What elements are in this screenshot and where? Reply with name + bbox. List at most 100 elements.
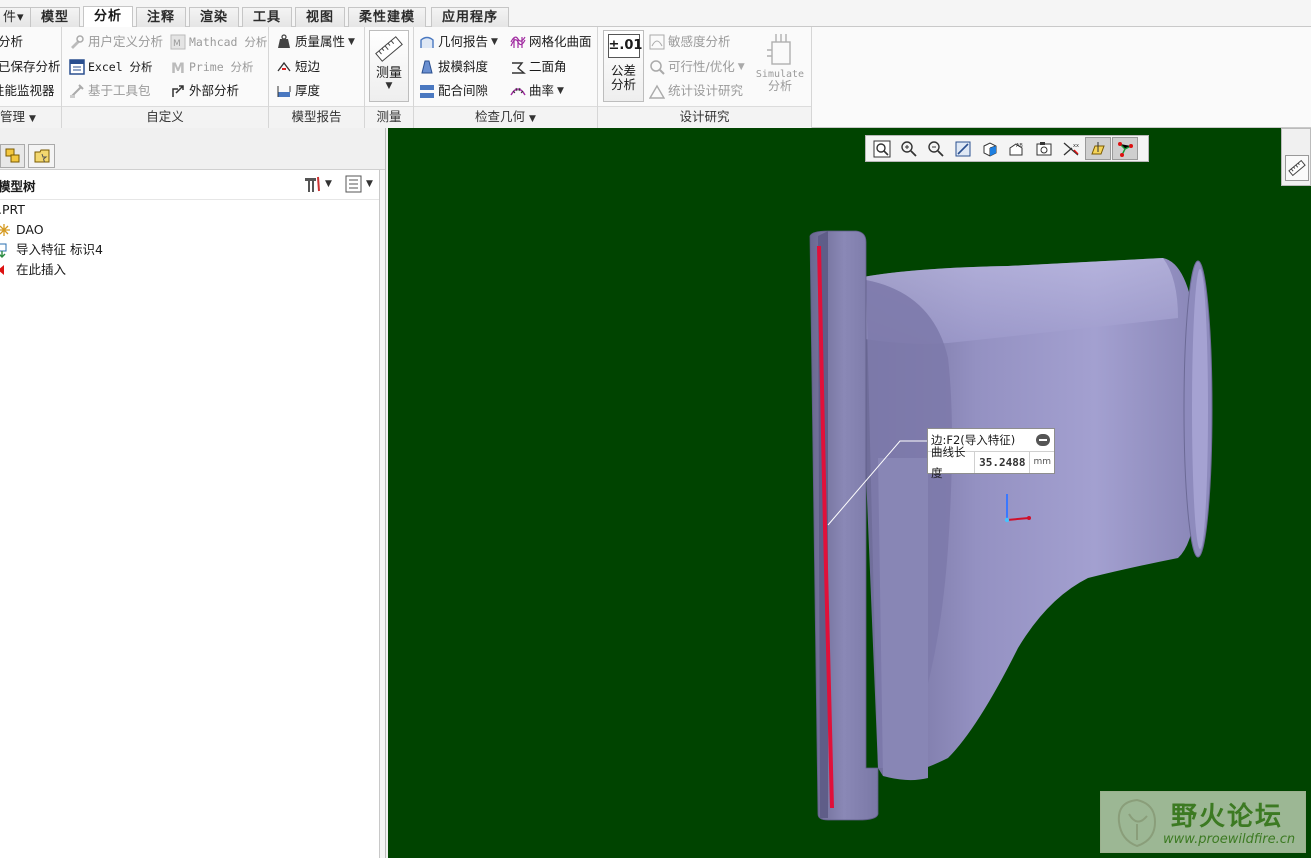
performance-monitor-button[interactable]: 性能监视器: [0, 81, 55, 101]
tree-settings-dropdown-icon[interactable]: ▼: [325, 179, 332, 189]
spin-center-button[interactable]: [1112, 137, 1138, 160]
mass-properties-button[interactable]: 质量属性 ▼: [276, 32, 355, 52]
curve-length-value: 35.2488: [974, 452, 1029, 473]
excel-analysis-label: Excel 分析: [88, 60, 153, 74]
tree-item-part[interactable]: .PRT: [0, 200, 25, 220]
mesh-surface-button[interactable]: 网格化曲面: [510, 32, 592, 52]
mesh-surface-icon: [510, 36, 526, 48]
show-button[interactable]: ▼: [345, 175, 373, 193]
inspect-geometry-label-text: 检查几何: [475, 109, 526, 124]
svg-text:xx: xx: [1073, 143, 1079, 149]
tooltip-value-row: 曲线长度 35.2488 mm: [928, 445, 1054, 480]
statistical-design-icon: [649, 84, 665, 99]
zoom-out-button[interactable]: [923, 137, 949, 160]
geometry-report-button[interactable]: 几何报告 ▼: [419, 32, 498, 52]
external-analysis-button[interactable]: 外部分析: [170, 81, 239, 101]
sensitivity-analysis-label: 敏感度分析: [668, 34, 731, 49]
show-dropdown-icon[interactable]: ▼: [366, 179, 373, 189]
ruler-icon: [1288, 159, 1306, 177]
tab-tools[interactable]: 工具: [242, 7, 293, 27]
group-manage: 分析 已保存分析 性能监视器 管理 ▼: [0, 27, 62, 128]
group-design-study: ±.01 公差分析 敏感度分析 可行性/优化 ▼ 统计设计研究 Simulate…: [598, 27, 812, 128]
part-model[interactable]: [388, 128, 1311, 858]
short-edge-button[interactable]: 短边: [276, 57, 320, 77]
dihedral-angle-button[interactable]: 二面角: [510, 57, 567, 77]
view-manager-button[interactable]: [1031, 137, 1057, 160]
graphics-viewport[interactable]: AB xx 边:F2(导入特征) 曲线长度 35.2488 mm 野火论坛 ww…: [388, 128, 1311, 858]
toolkit-based-button[interactable]: 基于工具包: [69, 81, 151, 101]
group-inspect-geometry: 几何报告 ▼ 拔模斜度 配合间隙 网格化曲面 二面角 曲率 ▼ 检查几何 ▼: [414, 27, 598, 128]
prime-analysis-button[interactable]: M Prime 分析: [170, 57, 254, 77]
zoom-out-icon: [928, 140, 944, 157]
watermark-title: 野火论坛: [1171, 802, 1284, 832]
display-style-button[interactable]: [977, 137, 1003, 160]
collapse-icon[interactable]: [1036, 434, 1050, 446]
dihedral-angle-label: 二面角: [529, 59, 567, 74]
view-manager-icon: [1036, 141, 1052, 155]
ribbon: 分析 已保存分析 性能监视器 管理 ▼ 用户定义分析 Excel 分析 基于工具…: [0, 27, 1311, 128]
tree-item-dao[interactable]: DAO: [0, 220, 44, 240]
forum-watermark: 野火论坛 www.proewildfire.cn: [1100, 791, 1306, 853]
zoom-in-button[interactable]: [896, 137, 922, 160]
tab-model[interactable]: 模型: [30, 7, 81, 27]
short-edge-label: 短边: [295, 59, 321, 74]
excel-analysis-button[interactable]: Excel 分析: [69, 57, 153, 77]
measure-dropdown-icon[interactable]: ▼: [370, 81, 408, 91]
analysis-button[interactable]: 分析: [0, 32, 23, 52]
measure-button[interactable]: 测量 ▼: [369, 30, 409, 102]
thickness-button[interactable]: 厚度: [276, 81, 320, 101]
datum-display-button[interactable]: [1085, 137, 1111, 160]
group-manage-label[interactable]: 管理 ▼: [0, 106, 61, 128]
tree-item-import-feature[interactable]: 导入特征 标识4: [0, 240, 103, 260]
mass-properties-label: 质量属性: [295, 34, 346, 49]
tab-render[interactable]: 渲染: [189, 7, 240, 27]
repaint-button[interactable]: [950, 137, 976, 160]
measure-result-tooltip[interactable]: 边:F2(导入特征) 曲线长度 35.2488 mm: [927, 428, 1055, 480]
insert-here-label: 在此插入: [16, 262, 67, 277]
feasibility-dropdown-icon[interactable]: ▼: [738, 57, 745, 77]
folder-browser-tab-button[interactable]: [28, 144, 55, 168]
tab-flexible-modeling[interactable]: 柔性建模: [348, 7, 427, 27]
refit-button[interactable]: [869, 137, 895, 160]
user-defined-analysis-button[interactable]: 用户定义分析: [69, 32, 163, 52]
tab-file[interactable]: 件▾: [0, 7, 32, 27]
tree-item-insert-here[interactable]: 在此插入: [0, 260, 66, 280]
tab-applications[interactable]: 应用程序: [431, 7, 510, 27]
simulate-icon: [767, 34, 791, 65]
tab-annotate[interactable]: 注释: [136, 7, 187, 27]
curvature-dropdown-icon[interactable]: ▼: [557, 81, 564, 101]
sensitivity-analysis-button[interactable]: 敏感度分析: [649, 32, 731, 52]
import-feature-label: 导入特征 标识4: [16, 242, 103, 257]
model-tree-header: 模型树 ▼ ▼: [0, 170, 385, 200]
folder-icon: [34, 149, 49, 163]
tab-view[interactable]: 视图: [295, 7, 346, 27]
group-model-report: 质量属性 ▼ 短边 厚度 模型报告: [269, 27, 365, 128]
tolerance-analysis-button[interactable]: ±.01 公差分析: [603, 30, 644, 102]
measure-side-button[interactable]: [1285, 155, 1309, 181]
svg-text:M: M: [171, 61, 185, 75]
saved-orientations-button[interactable]: AB: [1004, 137, 1030, 160]
statistical-design-study-button[interactable]: 统计设计研究: [649, 81, 743, 101]
repaint-icon: [955, 141, 971, 156]
group-inspect-geometry-label[interactable]: 检查几何 ▼: [414, 106, 597, 128]
group-custom: 用户定义分析 Excel 分析 基于工具包 M Mathcad 分析 M Pri…: [62, 27, 269, 128]
draft-icon: [421, 60, 433, 74]
dao-label: DAO: [16, 222, 44, 237]
perspective-button[interactable]: xx: [1058, 137, 1084, 160]
clearance-button[interactable]: 配合间隙: [419, 81, 488, 101]
mathcad-analysis-button[interactable]: M Mathcad 分析: [170, 32, 267, 52]
tree-settings-button[interactable]: ▼: [302, 175, 332, 193]
model-tree-tab-button[interactable]: [0, 144, 25, 168]
mass-properties-dropdown-icon[interactable]: ▼: [348, 32, 355, 52]
curvature-button[interactable]: 曲率 ▼: [510, 81, 564, 101]
panel-resize-handle[interactable]: [379, 170, 385, 858]
saved-analysis-button[interactable]: 已保存分析: [0, 57, 61, 77]
tab-analysis[interactable]: 分析: [83, 6, 134, 27]
simulate-analysis-label: 分析: [767, 79, 792, 93]
curve-length-unit: mm: [1029, 452, 1054, 473]
geometry-report-dropdown-icon[interactable]: ▼: [491, 32, 498, 52]
feasibility-optimization-button[interactable]: 可行性/优化 ▼: [649, 57, 745, 77]
short-edge-icon: [277, 61, 291, 72]
draft-button[interactable]: 拔模斜度: [419, 57, 488, 77]
simulate-analysis-button[interactable]: Simulate 分析: [755, 32, 805, 93]
